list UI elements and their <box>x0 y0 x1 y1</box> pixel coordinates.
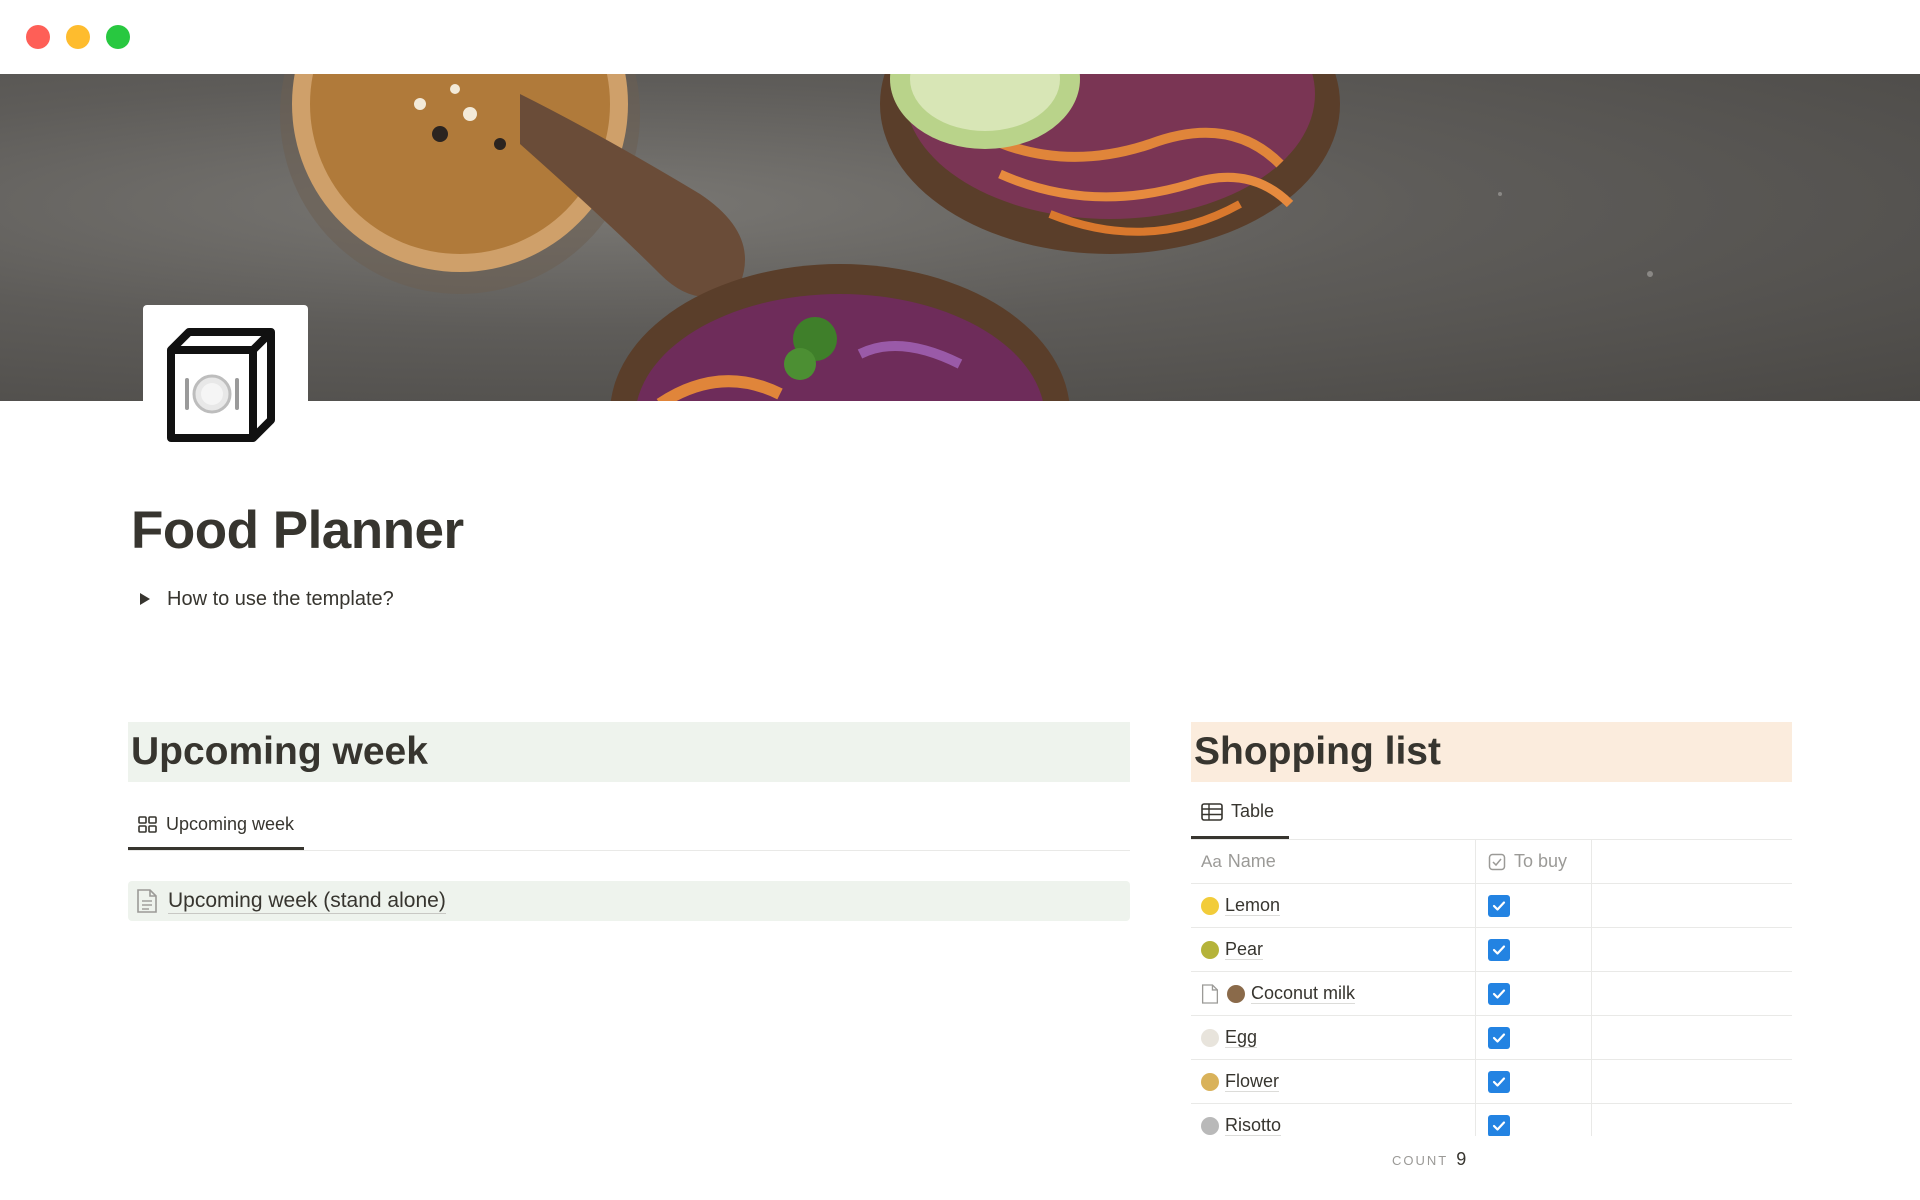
table-icon <box>1201 802 1223 821</box>
cell-name[interactable]: Risotto <box>1191 1104 1476 1136</box>
cell-to-buy <box>1476 972 1592 1015</box>
tab-upcoming-week[interactable]: Upcoming week <box>128 802 305 850</box>
flower-emoji-icon <box>1201 1072 1219 1091</box>
item-name: Flower <box>1225 1071 1280 1092</box>
checkmark-icon <box>1492 1032 1506 1043</box>
count-label: COUNT <box>1392 1153 1449 1168</box>
coconut-milk-emoji-icon <box>1227 984 1245 1003</box>
cell-empty <box>1592 1016 1792 1059</box>
shopping-list-column: Shopping list Table Aa Name To buy Lemon… <box>1191 722 1792 1136</box>
table-row[interactable]: Flower <box>1191 1060 1792 1104</box>
cell-to-buy <box>1476 1016 1592 1059</box>
column-name-label: Name <box>1227 851 1276 871</box>
to-buy-checkbox[interactable] <box>1488 1070 1510 1093</box>
column-header-empty <box>1592 840 1792 883</box>
cell-to-buy <box>1476 884 1592 927</box>
upcoming-week-card[interactable]: Upcoming week (stand alone) <box>128 881 1130 921</box>
zoom-window-button[interactable] <box>106 25 130 49</box>
toggle-label: How to use the template? <box>167 587 394 610</box>
table-row[interactable]: Risotto <box>1191 1104 1792 1136</box>
checkmark-icon <box>1492 944 1506 955</box>
column-header-to-buy[interactable]: To buy <box>1476 840 1592 883</box>
checkmark-icon <box>1492 988 1506 999</box>
text-property-icon: Aa <box>1201 851 1222 871</box>
page-doc-icon <box>136 888 158 914</box>
cell-empty <box>1592 1060 1792 1103</box>
how-to-toggle[interactable]: How to use the template? <box>133 584 394 614</box>
table-body: Lemon Pear Coconut milk Egg Flower Risotto <box>1191 884 1792 1136</box>
upcoming-week-heading: Upcoming week <box>128 722 1130 782</box>
to-buy-checkbox[interactable] <box>1488 982 1510 1005</box>
upcoming-week-card-title: Upcoming week (stand alone) <box>168 888 446 914</box>
to-buy-checkbox[interactable] <box>1488 894 1510 917</box>
page-doc-icon <box>1201 983 1219 1005</box>
table-header: Aa Name To buy <box>1191 840 1792 884</box>
cell-empty <box>1592 1104 1792 1136</box>
item-name: Egg <box>1225 1027 1258 1048</box>
checkmark-icon <box>1492 1076 1506 1087</box>
checkbox-property-icon <box>1488 853 1506 871</box>
tab-table[interactable]: Table <box>1191 787 1289 839</box>
table-row[interactable]: Coconut milk <box>1191 972 1792 1016</box>
shopping-table: Aa Name To buy Lemon Pear Coconut milk Egg F… <box>1191 840 1792 1136</box>
cell-to-buy <box>1476 928 1592 971</box>
page-icon[interactable] <box>143 305 308 465</box>
table-row[interactable]: Egg <box>1191 1016 1792 1060</box>
risotto-emoji-icon <box>1201 1116 1219 1135</box>
minimize-window-button[interactable] <box>66 25 90 49</box>
table-row[interactable]: Lemon <box>1191 884 1792 928</box>
cell-name[interactable]: Lemon <box>1191 884 1476 927</box>
gallery-icon <box>138 815 158 834</box>
egg-emoji-icon <box>1201 1028 1219 1047</box>
to-buy-checkbox[interactable] <box>1488 1026 1510 1049</box>
cell-empty <box>1592 972 1792 1015</box>
window-titlebar <box>0 0 1920 74</box>
shopping-list-heading: Shopping list <box>1191 722 1792 782</box>
cell-name[interactable]: Pear <box>1191 928 1476 971</box>
item-name: Pear <box>1225 939 1264 960</box>
item-name: Risotto <box>1225 1115 1282 1136</box>
upcoming-view-tabs: Upcoming week <box>128 793 1130 851</box>
count-value: 9 <box>1456 1149 1467 1169</box>
cell-empty <box>1592 884 1792 927</box>
cell-name[interactable]: Coconut milk <box>1191 972 1476 1015</box>
to-buy-checkbox[interactable] <box>1488 938 1510 961</box>
cell-name[interactable]: Egg <box>1191 1016 1476 1059</box>
table-row[interactable]: Pear <box>1191 928 1792 972</box>
item-name: Coconut milk <box>1251 983 1356 1004</box>
shopping-view-tabs: Table <box>1191 782 1792 840</box>
cell-name[interactable]: Flower <box>1191 1060 1476 1103</box>
pear-emoji-icon <box>1201 940 1219 959</box>
checkmark-icon <box>1492 1120 1506 1131</box>
tab-upcoming-week-label: Upcoming week <box>166 814 295 834</box>
plate-cube-icon <box>167 328 275 442</box>
checkmark-icon <box>1492 900 1506 911</box>
cell-to-buy <box>1476 1104 1592 1136</box>
lemon-emoji-icon <box>1201 896 1219 915</box>
column-header-name[interactable]: Aa Name <box>1191 840 1476 883</box>
table-count: COUNT 9 <box>1392 1149 1466 1170</box>
cell-to-buy <box>1476 1060 1592 1103</box>
column-to-buy-label: To buy <box>1514 851 1568 871</box>
page-title: Food Planner <box>131 501 464 560</box>
close-window-button[interactable] <box>26 25 50 49</box>
upcoming-week-column: Upcoming week Upcoming week Upcoming wee… <box>128 722 1130 921</box>
item-name: Lemon <box>1225 895 1281 916</box>
cell-empty <box>1592 928 1792 971</box>
tab-table-label: Table <box>1231 801 1275 821</box>
triangle-right-icon[interactable] <box>133 587 157 611</box>
to-buy-checkbox[interactable] <box>1488 1114 1510 1136</box>
